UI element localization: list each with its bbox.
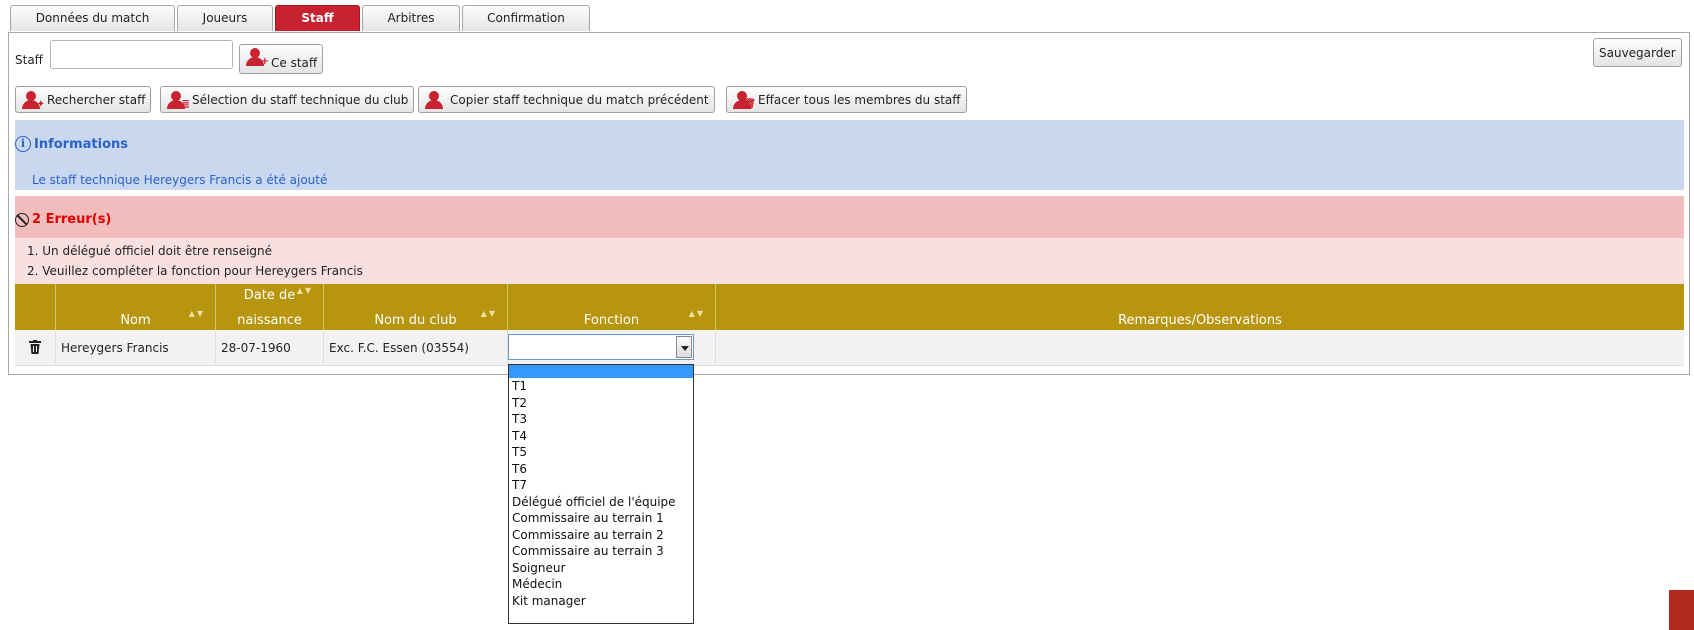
dropdown-option[interactable]: Délégué officiel de l'équipe [509,494,693,511]
header-nom-label: Nom [120,313,151,328]
user-copy-icon [424,90,446,109]
row-delete-cell [15,330,56,366]
info-icon: i [15,136,31,152]
add-this-staff-label: Ce staff [271,56,318,70]
cell-date: 28-07-1960 [216,330,324,366]
tab-joueurs[interactable]: Joueurs [177,5,273,31]
search-staff-button[interactable]: ✦ Rechercher staff [15,86,152,113]
dropdown-option[interactable]: T4 [509,428,693,445]
dropdown-option[interactable]: T2 [509,395,693,412]
side-feedback-tab[interactable] [1669,590,1694,630]
info-title: i Informations [15,136,128,152]
clear-staff-button[interactable]: 🗑 Effacer tous les membres du staff [726,86,967,113]
save-button[interactable]: Sauvegarder [1593,38,1682,67]
search-staff-label: Rechercher staff [47,92,146,107]
tab-arbitres[interactable]: Arbitres [362,5,460,31]
chevron-down-icon[interactable] [676,336,692,358]
dropdown-option[interactable]: Commissaire au terrain 2 [509,527,693,544]
header-date-line2: naissance [237,313,302,328]
dropdown-option[interactable]: T7 [509,477,693,494]
header-actions-col [15,284,56,330]
user-list-icon: ≣ [166,90,190,109]
error-item: 1. Un délégué officiel doit être renseig… [27,244,273,258]
dropdown-option[interactable]: Kit manager [509,593,693,610]
tab-staff[interactable]: Staff [275,5,360,31]
error-header [15,196,1684,238]
dropdown-option[interactable]: Soigneur [509,560,693,577]
fonction-select[interactable] [508,334,694,360]
dropdown-option[interactable]: Commissaire au terrain 1 [509,510,693,527]
header-club-label: Nom du club [374,313,457,328]
staff-label: Staff [15,53,43,67]
header-nom[interactable]: ▲▼ Nom [56,284,216,330]
select-club-staff-button[interactable]: ≣ Sélection du staff technique du club [160,86,415,113]
staff-input[interactable] [50,40,233,69]
fonction-dropdown-list[interactable]: T1 T2 T3 T4 T5 T6 T7 Délégué officiel de… [508,364,694,624]
error-title-text: 2 Erreur(s) [32,212,112,227]
header-remarques-label: Remarques/Observations [1118,313,1282,328]
header-remarques: Remarques/Observations [716,284,1684,330]
dropdown-option[interactable]: Commissaire au terrain 3 [509,543,693,560]
cell-nom: Hereygers Francis [56,330,216,366]
add-user-icon: + [245,48,269,67]
dropdown-option[interactable]: T1 [509,378,693,395]
user-delete-icon: 🗑 [732,90,756,109]
info-title-text: Informations [34,136,129,152]
table-row: Hereygers Francis 28-07-1960 Exc. F.C. E… [15,330,1684,366]
copy-previous-staff-button[interactable]: Copier staff technique du match précéden… [418,86,715,113]
header-nom-du-club[interactable]: ▲▼ Nom du club [324,284,508,330]
header-date-line1: Date de [243,288,296,303]
header-date-naissance[interactable]: ▲▼ Date de naissance [216,284,324,330]
error-title: 2 Erreur(s) [15,212,111,227]
tab-bar: Données du match Joueurs Staff Arbitres … [10,5,592,32]
info-message: Le staff technique Hereygers Francis a é… [32,173,328,187]
staff-table-header: ▲▼ Nom ▲▼ Date de naissance ▲▼ Nom du cl… [15,284,1684,330]
save-button-label: Sauvegarder [1599,45,1676,60]
dropdown-option-empty[interactable] [509,365,693,378]
cell-remarques[interactable] [716,330,1684,366]
copy-previous-staff-label: Copier staff technique du match précéden… [450,92,709,107]
header-fonction[interactable]: ▲▼ Fonction [508,284,716,330]
prohibited-icon [15,212,29,227]
users-search-icon: ✦ [21,90,45,109]
tab-confirmation[interactable]: Confirmation [462,5,590,31]
cell-club: Exc. F.C. Essen (03554) [324,330,508,366]
trash-icon[interactable] [29,340,41,354]
error-item: 2. Veuillez compléter la fonction pour H… [27,264,363,278]
tab-donnees-du-match[interactable]: Données du match [10,5,175,31]
clear-staff-label: Effacer tous les membres du staff [758,92,961,107]
select-club-staff-label: Sélection du staff technique du club [192,92,409,107]
dropdown-option[interactable]: T3 [509,411,693,428]
dropdown-option[interactable]: T6 [509,461,693,478]
add-this-staff-button[interactable]: + Ce staff [239,44,324,74]
dropdown-option[interactable]: T5 [509,444,693,461]
header-fonction-label: Fonction [583,313,640,328]
dropdown-option[interactable]: Médecin [509,576,693,593]
